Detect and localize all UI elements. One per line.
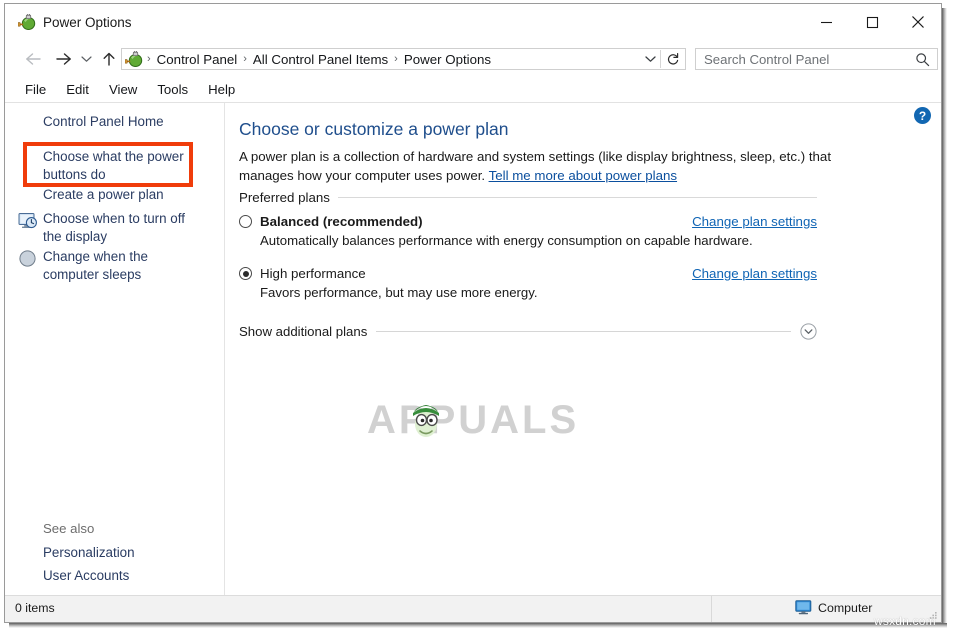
plan-header: Balanced (recommended) Change plan setti… xyxy=(239,214,817,229)
see-also-label: See also xyxy=(43,521,94,536)
forward-arrow-icon[interactable] xyxy=(53,49,73,69)
show-additional-plans-row[interactable]: Show additional plans xyxy=(239,323,817,340)
window-shadow-right xyxy=(942,8,947,626)
window-shadow-bottom xyxy=(9,623,947,628)
address-bar-controls xyxy=(640,49,685,69)
body-area: Control Panel Home Choose what the power… xyxy=(5,103,941,595)
back-arrow-icon[interactable] xyxy=(23,49,43,69)
recent-locations-chevron-icon[interactable] xyxy=(78,49,94,69)
help-icon[interactable]: ? xyxy=(914,107,931,124)
group-divider xyxy=(338,197,817,198)
plan-name-balanced: Balanced (recommended) xyxy=(260,214,423,229)
status-location-label: Computer xyxy=(818,601,872,615)
preferred-plans-group: Preferred plans xyxy=(239,190,817,205)
window-title: Power Options xyxy=(43,15,132,30)
status-divider xyxy=(711,596,712,622)
search-icon[interactable] xyxy=(907,52,937,67)
title-bar: Power Options xyxy=(5,4,941,40)
breadcrumb-separator: › xyxy=(143,54,155,65)
plan-description-balanced: Automatically balances performance with … xyxy=(260,233,817,248)
caption-buttons xyxy=(803,4,941,40)
show-additional-plans-label: Show additional plans xyxy=(239,324,376,339)
status-location: Computer xyxy=(795,600,872,615)
main-content: ? Choose or customize a power plan A pow… xyxy=(226,103,941,595)
page-title: Choose or customize a power plan xyxy=(239,119,508,140)
menu-item-edit[interactable]: Edit xyxy=(56,80,99,99)
status-item-count: 0 items xyxy=(15,601,55,615)
up-arrow-icon[interactable] xyxy=(99,49,119,69)
search-input[interactable] xyxy=(696,49,904,69)
screenshot-root: Power Options xyxy=(0,0,953,633)
plan-row-high-performance[interactable]: High performance Change plan settings Fa… xyxy=(239,266,817,300)
power-plug-icon xyxy=(18,14,36,31)
menu-item-file[interactable]: File xyxy=(15,80,56,99)
menu-bar: File Edit View Tools Help xyxy=(5,77,941,102)
breadcrumb-separator: › xyxy=(390,54,402,65)
breadcrumb-item-power-options[interactable]: Power Options xyxy=(402,52,493,67)
menu-item-tools[interactable]: Tools xyxy=(147,80,198,99)
plan-row-balanced[interactable]: Balanced (recommended) Change plan setti… xyxy=(239,214,817,248)
wsxdn-watermark: wsxdn.com xyxy=(874,614,936,628)
breadcrumb-item-control-panel[interactable]: Control Panel xyxy=(155,52,240,67)
plan-name-high-performance: High performance xyxy=(260,266,366,281)
breadcrumb-item-all-control-panel-items[interactable]: All Control Panel Items xyxy=(251,52,390,67)
menu-item-help[interactable]: Help xyxy=(198,80,245,99)
sidebar-item-control-panel-home[interactable]: Control Panel Home xyxy=(43,113,164,131)
chevron-down-icon[interactable] xyxy=(640,55,660,63)
sidebar-item-choose-power-buttons[interactable]: Choose what the power buttons do xyxy=(43,148,193,184)
sidebar-item-personalization[interactable]: Personalization xyxy=(43,544,135,562)
search-box[interactable] xyxy=(695,48,938,70)
power-options-window: Power Options xyxy=(4,3,942,623)
monitor-clock-icon xyxy=(18,211,37,230)
sidebar-item-turn-off-display[interactable]: Choose when to turn off the display xyxy=(43,210,203,246)
navigation-bar: › Control Panel › All Control Panel Item… xyxy=(5,40,941,77)
sidebar-item-user-accounts[interactable]: User Accounts xyxy=(43,567,129,585)
plan-description-high-performance: Favors performance, but may use more ene… xyxy=(260,285,817,300)
chevron-down-circle-icon[interactable] xyxy=(800,323,817,340)
address-bar[interactable]: › Control Panel › All Control Panel Item… xyxy=(121,48,686,70)
moon-icon xyxy=(18,249,37,268)
breadcrumb-separator: › xyxy=(239,54,251,65)
tell-me-more-link[interactable]: Tell me more about power plans xyxy=(489,168,677,183)
show-more-divider xyxy=(376,331,791,332)
sidebar-item-computer-sleeps[interactable]: Change when the computer sleeps xyxy=(43,248,203,284)
menu-item-view[interactable]: View xyxy=(99,80,147,99)
maximize-button[interactable] xyxy=(849,4,895,40)
change-plan-settings-high-performance[interactable]: Change plan settings xyxy=(692,266,817,281)
page-description: A power plan is a collection of hardware… xyxy=(239,147,832,185)
sidebar-item-create-power-plan[interactable]: Create a power plan xyxy=(43,186,164,204)
status-bar: 0 items Computer xyxy=(5,595,941,622)
sidebar: Control Panel Home Choose what the power… xyxy=(5,103,225,595)
computer-monitor-icon xyxy=(795,600,812,615)
breadcrumb-power-plug-icon xyxy=(125,51,143,68)
radio-high-performance[interactable] xyxy=(239,267,252,280)
close-button[interactable] xyxy=(895,4,941,40)
radio-balanced[interactable] xyxy=(239,215,252,228)
minimize-button[interactable] xyxy=(803,4,849,40)
change-plan-settings-balanced[interactable]: Change plan settings xyxy=(692,214,817,229)
preferred-plans-label: Preferred plans xyxy=(239,190,338,205)
refresh-icon[interactable] xyxy=(661,52,685,66)
plan-header: High performance Change plan settings xyxy=(239,266,817,281)
